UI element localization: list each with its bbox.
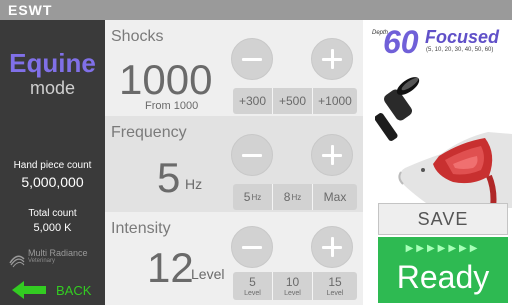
minus-icon: [242, 154, 262, 157]
intensity-row: Intensity 12 Level 5 Level 10 Level 15 Leve…: [105, 212, 363, 305]
shocks-preset-1000[interactable]: +1000: [313, 88, 357, 114]
handpiece-count-value: 5,000,000: [21, 174, 84, 190]
frequency-preset-8hz[interactable]: 8 Hz: [273, 184, 313, 210]
minus-icon: [242, 246, 262, 249]
mode-name: Equine: [9, 48, 96, 78]
intensity-preset-5[interactable]: 5 Level: [233, 272, 273, 300]
intensity-unit: Level: [191, 266, 225, 282]
handpiece-count-label: Hand piece count: [13, 160, 92, 171]
shocks-decrease-button[interactable]: [231, 38, 273, 80]
back-label: BACK: [56, 283, 92, 298]
intensity-label: Intensity: [111, 220, 171, 237]
frequency-decrease-button[interactable]: [231, 134, 273, 176]
shocks-preset-group: +300 +500 +1000: [233, 88, 357, 114]
ready-button[interactable]: ▶▶▶▶▶▶▶ Ready: [378, 237, 508, 303]
focused-label: Focused: [425, 27, 500, 47]
total-count-value: 5,000 K: [33, 222, 72, 234]
shocks-from-label: From 1000: [145, 100, 199, 112]
frequency-label: Frequency: [111, 124, 187, 141]
frequency-increase-button[interactable]: [311, 134, 353, 176]
mode-subtitle: mode: [29, 78, 76, 98]
right-panel: Depth 60 Focused (5, 10, 20, 30, 40, 50,…: [363, 20, 512, 305]
left-panel: Equine mode Hand piece count 5,000,000 T…: [0, 20, 105, 305]
intensity-increase-button[interactable]: [311, 226, 353, 268]
shocks-preset-500[interactable]: +500: [273, 88, 313, 114]
ready-label: Ready: [396, 259, 490, 295]
app-title: ESWT: [8, 2, 53, 18]
ready-arrows-icon: ▶▶▶▶▶▶▶: [405, 243, 481, 254]
frequency-value: 5: [157, 154, 181, 201]
shocks-preset-300[interactable]: +300: [233, 88, 273, 114]
back-arrow-icon: [12, 281, 48, 299]
shocks-value: 1000: [119, 56, 213, 103]
frequency-preset-max[interactable]: Max: [313, 184, 357, 210]
shocks-label: Shocks: [111, 28, 164, 45]
total-count-label: Total count: [28, 208, 77, 219]
multi-radiance-logo: Multi Radiance Veterinary: [8, 248, 100, 270]
frequency-row: Frequency 5 Hz 5 Hz 8 Hz Max: [105, 116, 363, 212]
frequency-preset-5hz[interactable]: 5 Hz: [233, 184, 273, 210]
logo-text: Multi Radiance: [28, 248, 88, 258]
intensity-preset-15[interactable]: 15 Level: [313, 272, 357, 300]
save-button[interactable]: SAVE: [378, 203, 508, 235]
intensity-preset-10[interactable]: 10 Level: [273, 272, 313, 300]
frequency-unit: Hz: [185, 176, 203, 192]
back-button[interactable]: BACK: [6, 278, 101, 302]
intensity-decrease-button[interactable]: [231, 226, 273, 268]
logo-swirl-icon: [8, 250, 26, 268]
shocks-row: Shocks 1000 From 1000 +300 +500 +1000: [105, 20, 363, 116]
title-bar: ESWT: [0, 0, 512, 20]
shocks-increase-button[interactable]: [311, 38, 353, 80]
intensity-preset-group: 5 Level 10 Level 15 Level: [233, 272, 357, 300]
horse-image: [393, 124, 512, 209]
depth-options: (5, 10, 20, 30, 40, 50, 60): [426, 47, 494, 53]
frequency-preset-group: 5 Hz 8 Hz Max: [233, 184, 357, 210]
depth-value: 60: [383, 24, 419, 60]
logo-subtext: Veterinary: [28, 258, 56, 264]
intensity-value: 12: [147, 244, 194, 291]
eswt-screen: ESWT Equine mode Hand piece count 5,000,…: [0, 0, 512, 305]
minus-icon: [242, 58, 262, 61]
